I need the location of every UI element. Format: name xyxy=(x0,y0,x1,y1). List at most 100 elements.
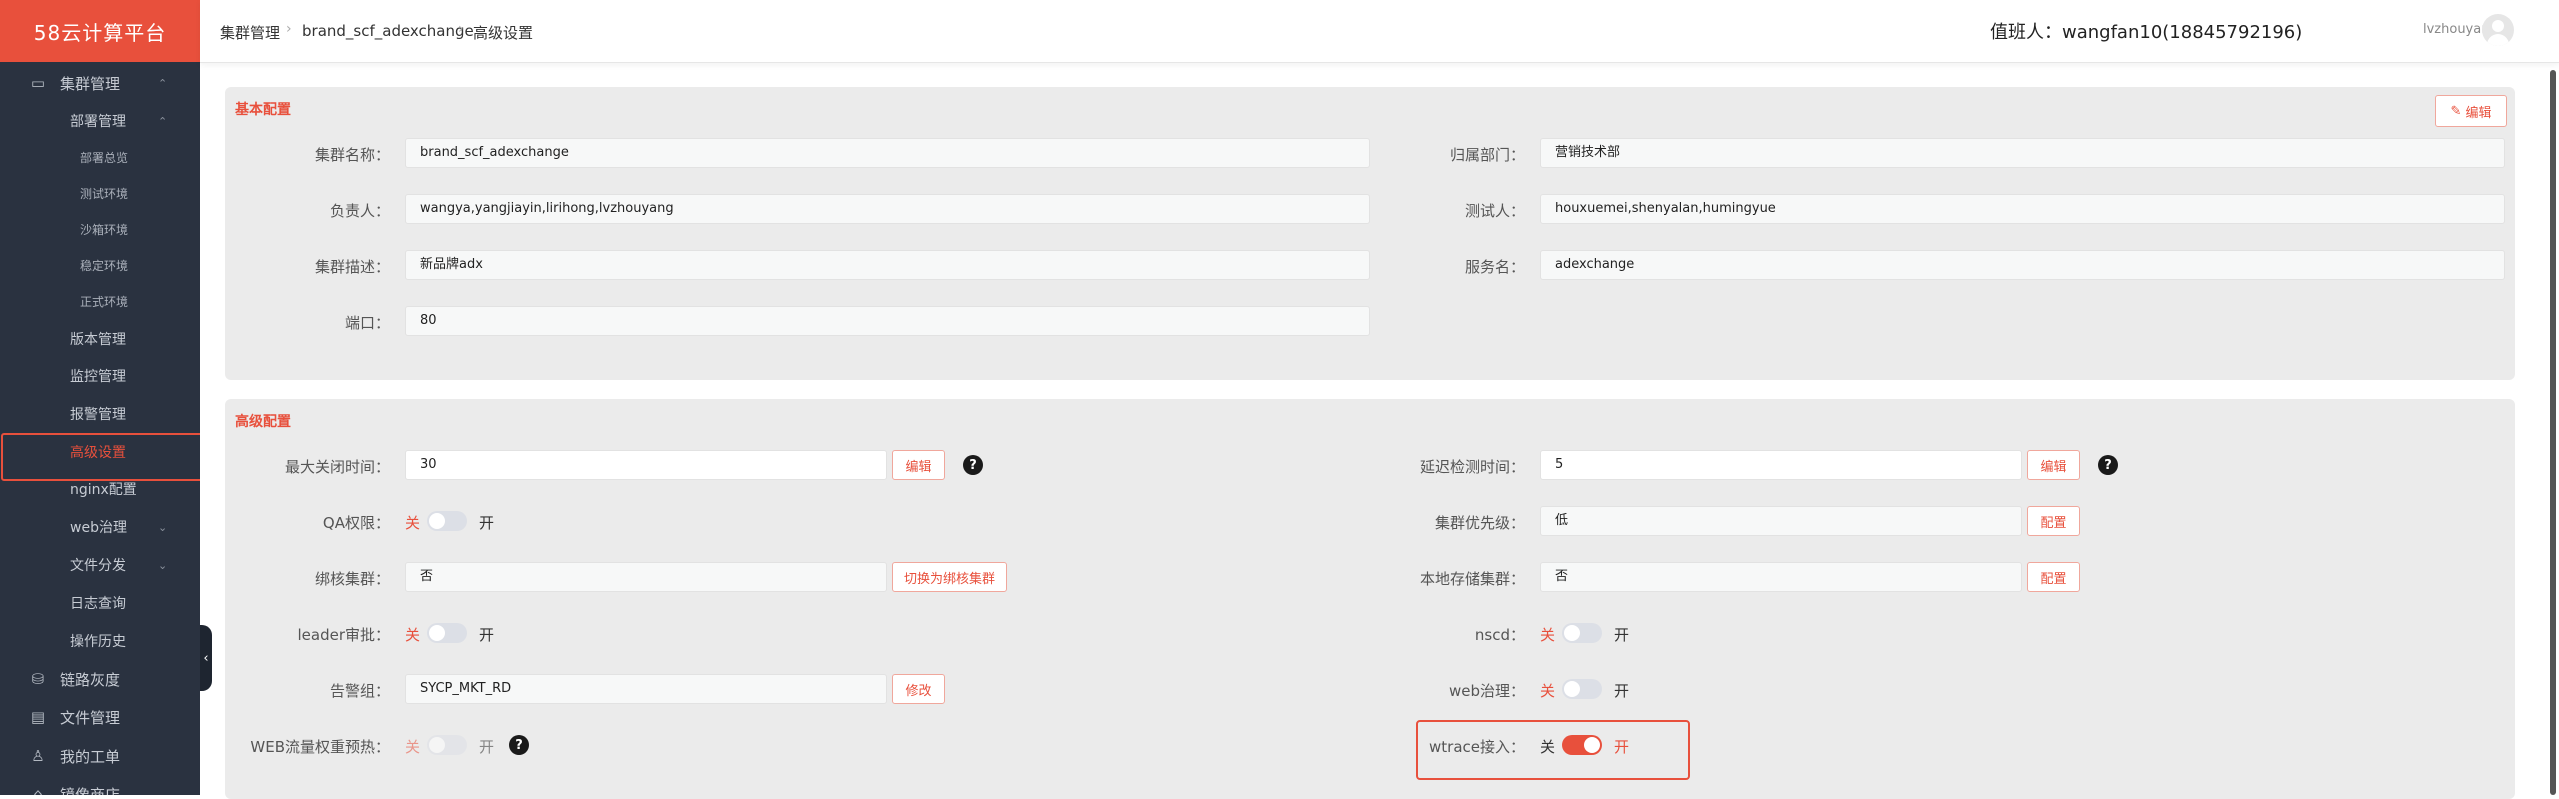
sidebar-item-label: 集群管理 xyxy=(60,74,121,93)
scrollbar[interactable] xyxy=(2550,70,2556,795)
description-label: 集群描述： xyxy=(314,258,390,276)
nscd-toggle[interactable] xyxy=(1562,623,1602,643)
basic-config-panel: 基本配置 ✎ 编辑 xyxy=(225,87,2515,380)
bind-core-label: 绑核集群： xyxy=(314,570,390,588)
chevron-down-icon: ⌄ xyxy=(158,520,168,534)
nscd-off-label: 关 xyxy=(1540,626,1556,644)
breadcrumb-current-page: 高级设置 xyxy=(473,24,534,42)
chevron-left-icon: ‹ xyxy=(203,650,209,666)
sidebar-item-label: 部署总览 xyxy=(80,150,129,165)
config-local-storage-button[interactable]: 配置 xyxy=(2027,562,2080,592)
sidebar-item-image-store[interactable]: ⌂ 镜像商店 xyxy=(0,778,200,795)
web-warmup-off-label: 关 xyxy=(405,738,421,756)
sidebar-item-label: 镜像商店 xyxy=(60,785,121,796)
sidebar-item-label: 版本管理 xyxy=(70,332,126,348)
on-duty-info: 值班人：wangfan10(18845792196) xyxy=(1990,22,2303,43)
max-close-time-input[interactable]: 30 xyxy=(405,450,887,480)
breadcrumb-cluster-name[interactable]: brand_scf_adexchange xyxy=(302,22,474,40)
help-icon[interactable]: ? xyxy=(2098,455,2118,475)
local-storage-field: 否 xyxy=(1540,562,2022,592)
leader-off-label: 关 xyxy=(405,626,421,644)
delay-detect-label: 延迟检测时间： xyxy=(1419,458,1525,476)
qa-permission-toggle[interactable] xyxy=(427,511,467,531)
sidebar-item-trace-gray[interactable]: ⛁ 链路灰度 xyxy=(0,663,200,695)
owner-field: wangya,yangjiayin,lirihong,lvzhouyang xyxy=(405,194,1370,224)
sidebar-item-test-env[interactable]: 测试环境 xyxy=(0,177,200,209)
sidebar-item-file-management[interactable]: ▤ 文件管理 xyxy=(0,701,200,733)
service-name-label: 服务名： xyxy=(1464,258,1525,276)
cluster-priority-label: 集群优先级： xyxy=(1434,514,1525,532)
web-governance-toggle[interactable] xyxy=(1562,679,1602,699)
breadcrumb-separator-icon: › xyxy=(286,21,292,37)
monitor-icon: ▭ xyxy=(30,74,46,92)
sidebar-item-alarm-management[interactable]: 报警管理 xyxy=(0,398,200,430)
port-label: 端口： xyxy=(344,314,390,332)
web-traffic-warmup-toggle[interactable] xyxy=(427,735,467,755)
chevron-up-icon: ⌃ xyxy=(158,114,168,128)
nscd-label: nscd： xyxy=(1474,626,1525,644)
config-priority-button[interactable]: 配置 xyxy=(2027,506,2080,536)
breadcrumb-cluster-management[interactable]: 集群管理 xyxy=(220,22,280,43)
edit-max-close-button[interactable]: 编辑 xyxy=(892,450,945,480)
cluster-name-label: 集群名称： xyxy=(314,146,390,164)
user-icon: ♙ xyxy=(31,747,45,765)
leader-approval-label: leader审批： xyxy=(297,626,390,644)
service-name-field: adexchange xyxy=(1540,250,2505,280)
department-field: 营销技术部 xyxy=(1540,138,2505,168)
sidebar-item-version-management[interactable]: 版本管理 xyxy=(0,323,200,355)
database-icon: ⛁ xyxy=(31,670,45,688)
sidebar: 58云计算平台 ▭ 集群管理 ⌃ 部署管理 ⌃ 部署总览 测试环境 沙箱环境 稳… xyxy=(0,0,200,795)
sidebar-item-label: 测试环境 xyxy=(80,186,129,201)
sidebar-item-label: 操作历史 xyxy=(70,634,126,650)
sidebar-item-log-query[interactable]: 日志查询 xyxy=(0,587,200,619)
tester-label: 测试人： xyxy=(1464,202,1525,220)
modify-alarm-group-button[interactable]: 修改 xyxy=(892,674,945,704)
leader-approval-toggle[interactable] xyxy=(427,623,467,643)
edit-delay-button[interactable]: 编辑 xyxy=(2027,450,2080,480)
delay-detect-input[interactable]: 5 xyxy=(1540,450,2022,480)
web-governance-off-label: 关 xyxy=(1540,682,1556,700)
web-traffic-warmup-label: WEB流量权重预热： xyxy=(250,738,390,756)
advanced-config-title: 高级配置 xyxy=(235,414,291,430)
edit-icon: ✎ xyxy=(2450,103,2462,119)
top-bar: 集群管理 › brand_scf_adexchange › 高级设置 值班人：w… xyxy=(200,0,2559,63)
help-icon[interactable]: ? xyxy=(963,455,983,475)
sidebar-item-deploy-overview[interactable]: 部署总览 xyxy=(0,141,200,173)
sidebar-item-operation-history[interactable]: 操作历史 xyxy=(0,625,200,657)
qa-off-label: 关 xyxy=(405,514,421,532)
sidebar-item-label: nginx配置 xyxy=(70,482,137,498)
sidebar-item-my-tickets[interactable]: ♙ 我的工单 xyxy=(0,740,200,772)
bind-core-field: 否 xyxy=(405,562,887,592)
sidebar-item-label: 我的工单 xyxy=(60,747,121,766)
sidebar-item-sandbox-env[interactable]: 沙箱环境 xyxy=(0,213,200,245)
sidebar-item-file-distribution[interactable]: 文件分发 ⌄ xyxy=(0,549,200,581)
sidebar-item-label: 文件分发 xyxy=(70,558,126,574)
edit-basic-button[interactable]: ✎ 编辑 xyxy=(2435,95,2507,127)
chevron-down-icon: ⌄ xyxy=(158,558,168,572)
active-item-highlight xyxy=(1,433,200,481)
sidebar-item-label: 监控管理 xyxy=(70,369,126,385)
owner-label: 负责人： xyxy=(329,202,390,220)
wtrace-highlight xyxy=(1416,720,1690,780)
avatar[interactable] xyxy=(2482,14,2514,46)
sidebar-item-monitor-management[interactable]: 监控管理 xyxy=(0,360,200,392)
store-icon: ⌂ xyxy=(33,785,43,795)
local-storage-label: 本地存储集群： xyxy=(1419,570,1525,588)
sidebar-item-prod-env[interactable]: 正式环境 xyxy=(0,285,200,317)
tester-field: houxuemei,shenyalan,humingyue xyxy=(1540,194,2505,224)
sidebar-item-label: 链路灰度 xyxy=(60,670,121,689)
help-icon[interactable]: ? xyxy=(509,735,529,755)
switch-bind-core-button[interactable]: 切换为绑核集群 xyxy=(892,562,1007,592)
alarm-group-field: SYCP_MKT_RD xyxy=(405,674,887,704)
sidebar-item-deploy-management[interactable]: 部署管理 ⌃ xyxy=(0,105,200,137)
sidebar-item-label: 日志查询 xyxy=(70,596,126,612)
brand-logo: 58云计算平台 xyxy=(0,0,200,62)
sidebar-item-web-governance[interactable]: web治理 ⌄ xyxy=(0,511,200,543)
cluster-name-field: brand_scf_adexchange xyxy=(405,138,1370,168)
breadcrumb-separator-icon: › xyxy=(458,21,464,37)
collapse-sidebar-button[interactable]: ‹ xyxy=(200,625,212,691)
sidebar-item-stable-env[interactable]: 稳定环境 xyxy=(0,249,200,281)
edit-label: 编辑 xyxy=(2465,105,2492,121)
sidebar-item-cluster-management[interactable]: ▭ 集群管理 ⌃ xyxy=(0,67,200,99)
sidebar-item-label: web治理 xyxy=(70,520,127,536)
